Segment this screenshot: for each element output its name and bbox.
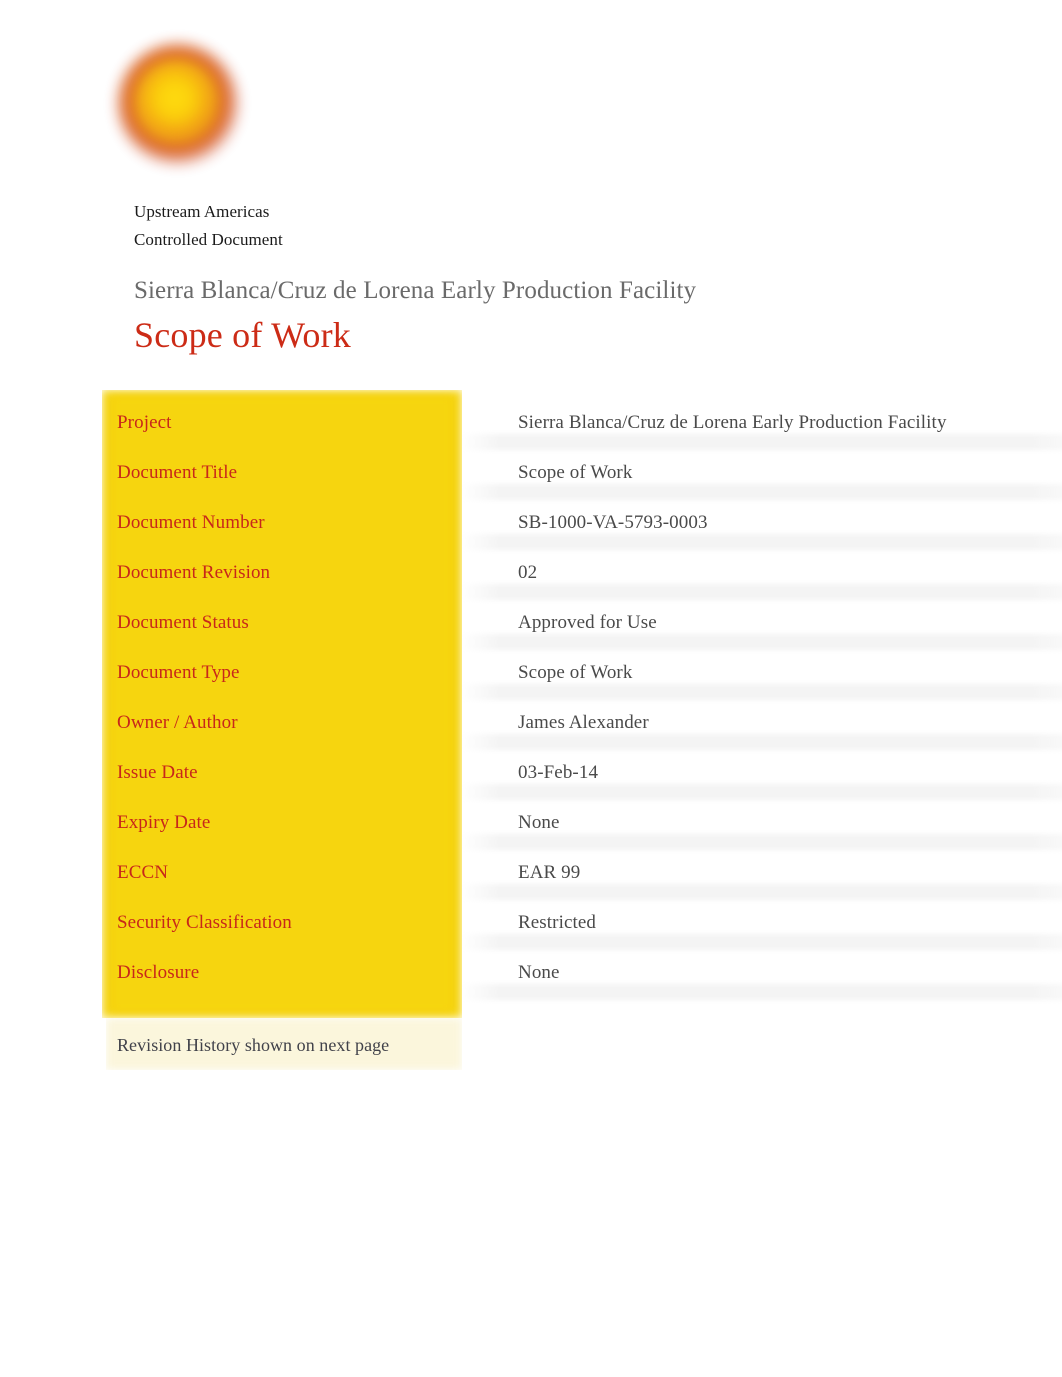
organization-line-2: Controlled Document	[134, 230, 283, 249]
metadata-value: Approved for Use	[518, 612, 657, 633]
table-row: Security Classification Restricted	[100, 898, 1012, 948]
metadata-label: Issue Date	[117, 762, 198, 783]
metadata-value: EAR 99	[518, 862, 581, 883]
table-row: Issue Date 03-Feb-14	[100, 748, 1012, 798]
table-row: Owner / Author James Alexander	[100, 698, 1012, 748]
project-subtitle: Sierra Blanca/Cruz de Lorena Early Produ…	[134, 277, 697, 304]
metadata-label: Document Revision	[117, 562, 271, 583]
organization-line-1: Upstream Americas	[134, 202, 270, 221]
page-title: Scope of Work	[134, 315, 352, 355]
table-row: Document Revision 02	[100, 548, 1012, 598]
metadata-label: Document Type	[117, 662, 240, 683]
metadata-label: Security Classification	[117, 912, 292, 933]
metadata-label: Document Number	[117, 512, 265, 533]
document-metadata-table: Project Sierra Blanca/Cruz de Lorena Earl…	[100, 388, 1062, 1078]
metadata-label: Document Status	[117, 612, 249, 633]
metadata-label: Disclosure	[117, 962, 200, 983]
metadata-value: 03-Feb-14	[518, 762, 599, 783]
company-pecten-logo	[118, 44, 238, 164]
metadata-value: None	[518, 812, 560, 833]
document-page: Upstream Americas Controlled Document Si…	[0, 0, 1062, 1377]
metadata-rows: Project Sierra Blanca/Cruz de Lorena Earl…	[100, 388, 1012, 1078]
metadata-label: Expiry Date	[117, 812, 211, 833]
table-row: Project Sierra Blanca/Cruz de Lorena Earl…	[100, 398, 1012, 448]
metadata-value: 02	[518, 562, 538, 583]
metadata-value: Restricted	[518, 912, 597, 933]
table-row: Disclosure None	[100, 948, 1012, 998]
table-row: Document Number SB-1000-VA-5793-0003	[100, 498, 1012, 548]
organization-header: Upstream Americas Controlled Document	[134, 198, 934, 254]
metadata-value: James Alexander	[518, 712, 649, 733]
table-row: Document Type Scope of Work	[100, 648, 1012, 698]
metadata-value: Scope of Work	[518, 662, 633, 683]
metadata-label: ECCN	[117, 862, 169, 883]
logo-core-icon	[140, 65, 214, 139]
footer-note-text: Revision History shown on next page	[117, 1035, 390, 1055]
metadata-label: Owner / Author	[117, 712, 238, 733]
metadata-value: None	[518, 962, 560, 983]
metadata-value: SB-1000-VA-5793-0003	[518, 512, 708, 533]
table-row: Expiry Date None	[100, 798, 1012, 848]
metadata-value: Sierra Blanca/Cruz de Lorena Early Produ…	[518, 412, 947, 433]
table-row: Document Title Scope of Work	[100, 448, 1012, 498]
footer-note-row: Revision History shown on next page	[100, 1024, 482, 1066]
table-row: Document Status Approved for Use	[100, 598, 1012, 648]
metadata-label: Document Title	[117, 462, 238, 483]
metadata-label: Project	[117, 412, 172, 433]
metadata-value: Scope of Work	[518, 462, 633, 483]
table-row: ECCN EAR 99	[100, 848, 1012, 898]
